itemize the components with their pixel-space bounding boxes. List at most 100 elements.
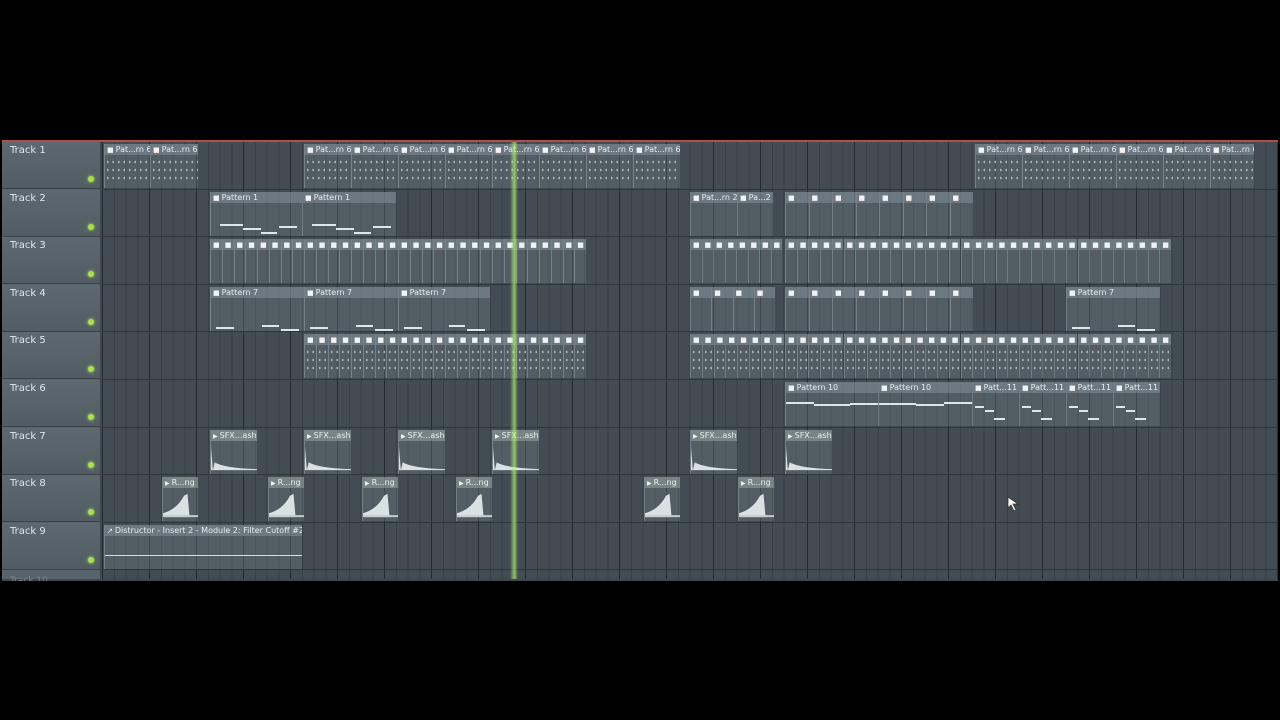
pattern-clip[interactable] [890,334,902,379]
pattern-clip[interactable] [724,239,736,284]
pattern-clip[interactable] [960,239,973,284]
pattern-clip[interactable] [732,286,754,331]
pattern-clip[interactable] [1019,239,1031,284]
pattern-clip[interactable] [433,239,445,284]
pattern-clip[interactable] [351,239,363,284]
pattern-clip[interactable] [770,239,782,284]
pattern-clip[interactable]: Pat...rn 6 [150,144,198,188]
pattern-clip[interactable] [690,239,702,284]
pattern-clip[interactable] [878,334,891,379]
pattern-clip[interactable] [972,239,984,284]
pattern-clip[interactable] [468,334,481,379]
pattern-clip[interactable] [245,239,257,284]
pattern-clip[interactable]: Pattern 7 [398,286,490,331]
pattern-clip[interactable] [315,239,328,284]
pattern-clip[interactable] [949,286,973,331]
pattern-clip[interactable] [832,286,856,331]
pattern-clip[interactable] [995,334,1008,379]
pattern-clip[interactable] [808,286,832,331]
playhead-marker[interactable] [510,142,518,579]
track-led-icon[interactable] [88,556,94,563]
track-led-icon[interactable] [88,461,94,468]
pattern-clip[interactable] [831,239,844,284]
track-header[interactable]: Track 9 [2,522,100,570]
pattern-clip[interactable] [711,286,733,331]
pattern-clip[interactable] [690,334,702,379]
pattern-clip[interactable] [386,334,398,379]
automation-clip[interactable]: Distructor - Insert 2 - Module 2: Filter… [104,524,302,569]
pattern-clip[interactable] [753,286,775,331]
pattern-clip[interactable]: Patt...11 [1113,382,1160,426]
pattern-clip[interactable] [1007,334,1019,379]
pattern-clip[interactable] [374,239,387,284]
pattern-clip[interactable] [445,334,457,379]
pattern-clip[interactable] [492,334,504,379]
audio-clip-ring[interactable]: R...ng [268,477,304,522]
pattern-clip[interactable] [937,239,949,284]
pattern-clip[interactable] [1007,239,1019,284]
pattern-clip[interactable] [1124,334,1136,379]
pattern-clip[interactable] [785,286,809,331]
pattern-clip[interactable] [445,239,457,284]
pattern-clip[interactable] [315,334,328,379]
pattern-clip[interactable] [1077,239,1090,284]
pattern-clip[interactable] [949,191,973,236]
pattern-clip[interactable] [1124,239,1136,284]
pattern-clip[interactable] [409,239,422,284]
pattern-clip[interactable] [1159,239,1172,284]
pattern-clip[interactable] [1065,334,1078,379]
pattern-clip[interactable]: Pattern 1 [210,191,302,236]
pattern-clip[interactable] [878,239,891,284]
pattern-clip[interactable]: Pat...rn 6 [351,144,398,188]
pattern-clip[interactable]: Pattern 7 [1066,286,1160,331]
pattern-clip[interactable]: Pat...rn 6 [975,144,1022,188]
pattern-clip[interactable] [1077,334,1090,379]
pattern-clip[interactable] [1089,334,1101,379]
pattern-clip[interactable]: Pattern 10 [785,382,878,426]
pattern-clip[interactable] [327,334,340,379]
pattern-clip[interactable] [808,239,821,284]
pattern-clip[interactable] [327,239,340,284]
pattern-clip[interactable] [1019,334,1031,379]
pattern-clip[interactable] [913,334,926,379]
pattern-clip[interactable] [1136,239,1148,284]
audio-clip-ring[interactable]: R...ng [162,477,198,522]
pattern-clip[interactable] [831,334,844,379]
audio-clip-sfx[interactable]: SFX...ash [690,429,737,474]
pattern-clip[interactable] [948,239,961,284]
pattern-clip[interactable] [1042,334,1055,379]
pattern-clip[interactable]: Pat...rn 6 [1069,144,1116,188]
pattern-clip[interactable] [292,239,304,284]
pattern-clip[interactable] [960,334,973,379]
pattern-clip[interactable] [747,239,759,284]
pattern-clip[interactable] [527,239,539,284]
track-header[interactable]: Track 2 [2,189,100,237]
pattern-clip[interactable] [902,239,914,284]
pattern-clip[interactable] [539,334,551,379]
pattern-clip[interactable] [374,334,387,379]
pattern-clip[interactable] [304,334,316,379]
pattern-clip[interactable] [1054,334,1066,379]
pattern-clip[interactable] [468,239,481,284]
track-led-icon[interactable] [88,509,94,516]
pattern-clip[interactable] [1147,334,1160,379]
pattern-clip[interactable]: Pat...rn 6 [586,144,633,188]
pattern-clip[interactable]: Pattern 7 [210,286,304,331]
track-led-icon[interactable] [88,271,94,278]
pattern-clip[interactable]: Pat...rn 6 [1210,144,1254,188]
audio-clip-sfx[interactable]: SFX...ash [398,429,445,474]
pattern-clip[interactable] [304,239,316,284]
pattern-clip[interactable] [550,239,563,284]
pattern-clip[interactable]: Patt...11 [1066,382,1113,426]
pattern-clip[interactable] [362,334,375,379]
pattern-clip[interactable] [820,239,832,284]
track-header[interactable]: Track 7 [2,427,100,475]
pattern-clip[interactable] [1100,239,1113,284]
pattern-clip[interactable] [890,239,902,284]
pattern-clip[interactable]: Pat...rn 6 [539,144,586,188]
pattern-clip[interactable] [433,334,445,379]
pattern-clip[interactable] [701,239,713,284]
pattern-clip[interactable] [539,239,551,284]
pattern-clip[interactable] [210,239,222,284]
pattern-clip[interactable] [913,239,926,284]
